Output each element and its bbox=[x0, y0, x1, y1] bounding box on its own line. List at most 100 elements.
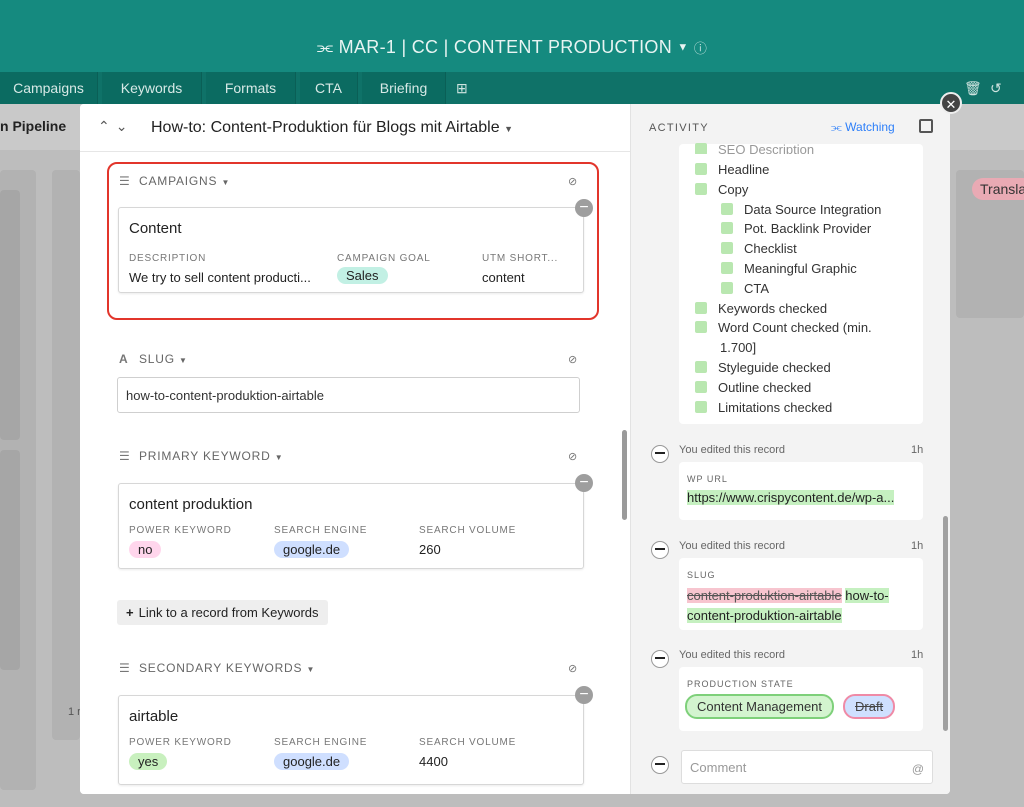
checkbox-icon bbox=[721, 262, 733, 274]
campaign-goal-pill: Sales bbox=[337, 267, 388, 284]
checkbox-icon bbox=[695, 400, 707, 413]
scrollbar[interactable] bbox=[943, 516, 948, 731]
edit-field-label: PRODUCTION STATE bbox=[687, 679, 794, 689]
search-engine-label: SEARCH ENGINE bbox=[274, 525, 368, 536]
edit-card: PRODUCTION STATE Content Management Draf… bbox=[679, 667, 923, 731]
checkbox-icon bbox=[721, 222, 733, 235]
tab-campaigns[interactable]: Campaigns bbox=[0, 72, 98, 104]
checkbox-icon bbox=[721, 242, 733, 255]
checklist-item: Pot. Backlink Provider bbox=[721, 221, 871, 236]
scrollbar[interactable] bbox=[622, 430, 627, 520]
edit-time: 1h bbox=[911, 444, 924, 456]
slug-input[interactable]: how-to-content-produktion-airtable bbox=[117, 377, 580, 413]
remove-link-button[interactable]: − bbox=[575, 686, 593, 704]
edit-time: 1h bbox=[911, 540, 924, 552]
checkbox-icon bbox=[721, 281, 733, 294]
collapse-panel-icon[interactable] bbox=[919, 119, 933, 133]
chevron-down-icon[interactable]: ▼ bbox=[179, 356, 188, 365]
power-keyword-label: POWER KEYWORD bbox=[129, 525, 232, 536]
view-name[interactable]: n Pipeline bbox=[0, 118, 66, 134]
chevron-down-icon[interactable]: ▼ bbox=[677, 41, 688, 53]
chevron-up-icon[interactable]: ⌃ bbox=[98, 118, 116, 134]
chevron-down-icon[interactable]: ▼ bbox=[221, 178, 230, 187]
search-engine-label: SEARCH ENGINE bbox=[274, 737, 368, 748]
edit-description: You edited this record bbox=[679, 540, 785, 552]
table-tabs: Campaigns Keywords Formats CTA Briefing … bbox=[0, 72, 1024, 104]
search-volume-label: SEARCH VOLUME bbox=[419, 525, 517, 536]
info-icon[interactable]: ⓘ bbox=[694, 41, 707, 56]
hidden-field-icon[interactable]: ⊘ bbox=[568, 175, 577, 188]
hidden-field-icon[interactable]: ⊘ bbox=[568, 450, 577, 463]
checklist-box: SEO Description Headline Copy Data Source … bbox=[679, 142, 923, 424]
utm-value: content bbox=[482, 270, 525, 285]
remove-link-button[interactable]: − bbox=[575, 199, 593, 217]
tab-cta[interactable]: CTA bbox=[300, 72, 358, 104]
base-title[interactable]: ⫘ MAR-1 | CC | CONTENT PRODUCTION ▼ ⓘ bbox=[0, 36, 1024, 58]
checklist-item: SEO Description bbox=[695, 142, 814, 154]
record-title[interactable]: How-to: Content-Produktion für Blogs mit… bbox=[151, 119, 513, 137]
search-volume-value: 4400 bbox=[419, 754, 448, 769]
hidden-field-icon[interactable]: ⊘ bbox=[568, 353, 577, 366]
field-label-secondary-keywords[interactable]: ☰ SECONDARY KEYWORDS ▼ bbox=[119, 661, 315, 675]
activity-title: ACTIVITY bbox=[649, 122, 709, 134]
text-field-icon: A bbox=[119, 352, 129, 366]
watching-button[interactable]: ⫘ Watching bbox=[831, 120, 895, 135]
power-keyword-pill: no bbox=[129, 541, 162, 558]
link-field-icon: ☰ bbox=[119, 661, 131, 675]
power-keyword-label: POWER KEYWORD bbox=[129, 737, 232, 748]
chevron-down-icon[interactable]: ▼ bbox=[504, 124, 513, 134]
campaign-title: Content bbox=[129, 220, 182, 237]
tab-keywords[interactable]: Keywords bbox=[102, 72, 202, 104]
activity-pane: ACTIVITY ⫘ Watching SEO Description Head… bbox=[630, 104, 950, 794]
checklist-item: Checklist bbox=[721, 241, 797, 256]
link-record-button[interactable]: + Link to a record from Keywords bbox=[117, 600, 328, 625]
history-icon[interactable]: ↺ bbox=[990, 80, 1002, 97]
search-engine-pill: google.de bbox=[274, 753, 350, 770]
kanban-column bbox=[52, 170, 80, 740]
trash-icon[interactable]: 🗑 bbox=[964, 80, 982, 97]
avatar bbox=[651, 541, 669, 559]
feed-icon: ⫘ bbox=[316, 36, 334, 57]
remove-link-button[interactable]: − bbox=[575, 474, 593, 492]
search-engine-pill: google.de bbox=[274, 541, 350, 558]
checklist-item: Styleguide checked bbox=[695, 360, 831, 375]
edit-description: You edited this record bbox=[679, 444, 785, 456]
edit-card: SLUG content-produktion-airtable how-to-… bbox=[679, 558, 923, 630]
field-label-primary-keyword[interactable]: ☰ PRIMARY KEYWORD ▼ bbox=[119, 449, 283, 463]
hidden-field-icon[interactable]: ⊘ bbox=[568, 662, 577, 675]
keyword-card[interactable]: content produktion POWER KEYWORD no SEAR… bbox=[118, 483, 584, 569]
edit-card: WP URL https://www.crispycontent.de/wp-a… bbox=[679, 462, 923, 520]
base-header: ⫘ MAR-1 | CC | CONTENT PRODUCTION ▼ ⓘ bbox=[0, 0, 1024, 72]
field-label-campaigns[interactable]: ☰ CAMPAIGNS ▼ bbox=[119, 174, 230, 188]
campaign-goal-label: CAMPAIGN GOAL bbox=[337, 253, 431, 264]
removed-state-pill: Draft bbox=[843, 694, 896, 719]
close-icon[interactable]: ✕ bbox=[940, 92, 962, 114]
checklist-item: Outline checked bbox=[695, 380, 811, 395]
utm-label: UTM SHORT... bbox=[482, 253, 559, 264]
checklist-item: Word Count checked (min. bbox=[695, 320, 872, 335]
checklist-item: Headline bbox=[695, 162, 769, 177]
status-badge: Transla bbox=[972, 178, 1024, 200]
avatar bbox=[651, 756, 669, 774]
campaign-card[interactable]: Content DESCRIPTION We try to sell conte… bbox=[118, 207, 584, 293]
chevron-down-icon[interactable]: ▼ bbox=[306, 665, 315, 674]
add-table-icon[interactable]: ⊞ bbox=[456, 80, 468, 97]
keyword-title: content produktion bbox=[129, 496, 253, 513]
edit-field-label: WP URL bbox=[687, 474, 728, 484]
keyword-card[interactable]: airtable POWER KEYWORD yes SEARCH ENGINE… bbox=[118, 695, 584, 785]
checklist-item: Copy bbox=[695, 182, 748, 197]
checkbox-icon bbox=[695, 182, 707, 195]
chevron-down-icon[interactable]: ⌄ bbox=[116, 118, 134, 134]
record-fields-pane: ⌃⌄ How-to: Content-Produktion für Blogs … bbox=[80, 104, 630, 794]
checklist-item: 1.700] bbox=[720, 340, 757, 356]
tab-briefing[interactable]: Briefing bbox=[362, 72, 446, 104]
tab-formats[interactable]: Formats bbox=[206, 72, 296, 104]
mention-icon[interactable]: @ bbox=[912, 762, 924, 776]
field-label-slug[interactable]: A SLUG ▼ bbox=[119, 352, 188, 366]
checkbox-icon bbox=[695, 380, 707, 393]
chevron-down-icon[interactable]: ▼ bbox=[275, 453, 284, 462]
kanban-card bbox=[0, 450, 20, 670]
checkbox-icon bbox=[695, 361, 707, 373]
keyword-title: airtable bbox=[129, 708, 179, 725]
comment-input[interactable]: Comment @ bbox=[681, 750, 933, 784]
